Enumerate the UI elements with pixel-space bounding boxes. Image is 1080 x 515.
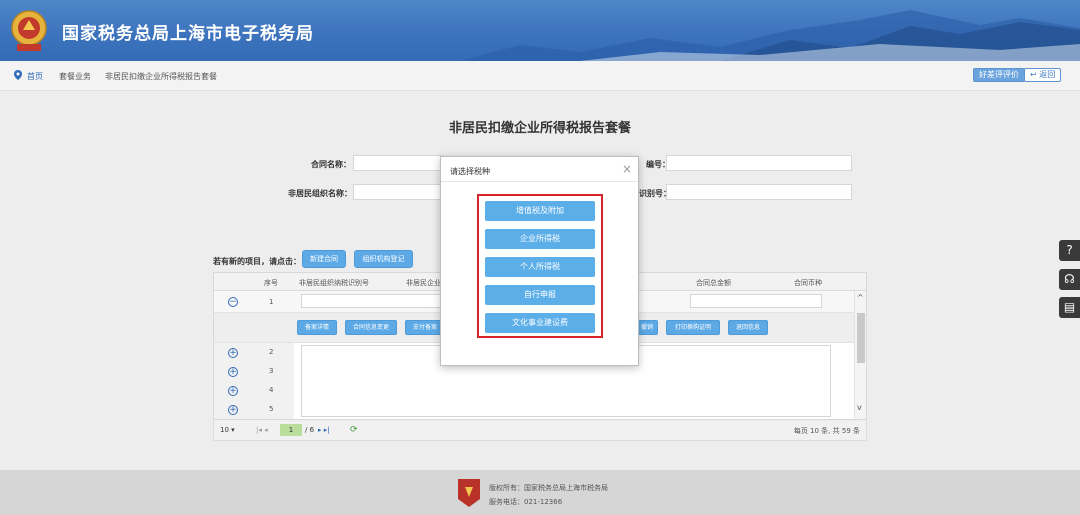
org-code-input[interactable] <box>666 184 852 200</box>
close-icon[interactable]: × <box>622 162 632 176</box>
col-taxid: 非居民组织纳税识别号 <box>299 279 369 287</box>
self-declaration-button[interactable]: 自行申报 <box>485 285 595 305</box>
scroll-down-icon[interactable]: v <box>857 403 862 412</box>
corporate-income-tax-button[interactable]: 企业所得税 <box>485 229 595 249</box>
print-proof-button[interactable]: 打印换购证明 <box>666 320 720 335</box>
current-page-input[interactable]: 1 <box>280 424 302 436</box>
dialog-title: 请选择税种 <box>450 167 490 176</box>
collapse-icon[interactable]: − <box>228 297 238 307</box>
col-amount: 合同总金额 <box>696 279 731 287</box>
col-seq: 序号 <box>264 279 278 287</box>
return-label: 返回 <box>1039 70 1056 79</box>
filing-detail-button[interactable]: 备案详情 <box>297 320 337 335</box>
org-name-label: 非居民组织名称： <box>288 189 352 198</box>
pager: 10 ▾ |◂ ◂ 1 / 6 ▸ ▸| ⟳ 每页 10 条, 共 59 条 <box>213 421 867 441</box>
expand-icon[interactable]: + <box>228 405 238 415</box>
return-icon: ↩ <box>1030 70 1037 79</box>
scroll-up-icon[interactable]: ^ <box>857 293 864 302</box>
row-index-column: + 2 + 3 + 4 + 5 <box>214 343 294 419</box>
site-title: 国家税务总局上海市电子税务局 <box>62 24 314 44</box>
contract-change-button[interactable]: 合同信息变更 <box>345 320 397 335</box>
refresh-icon[interactable]: ⟳ <box>350 425 358 435</box>
rate-button[interactable]: 好差评评价 <box>973 68 1025 82</box>
page-title: 非居民扣缴企业所得税报告套餐 <box>448 121 631 136</box>
site-footer: 版权所有：国家税务总局上海市税务局 服务电话：021-12366 <box>0 470 1080 515</box>
scroll-thumb[interactable] <box>857 313 865 363</box>
row-number: 4 <box>269 386 274 394</box>
row-number: 2 <box>269 348 274 356</box>
document-icon[interactable]: ▤ <box>1059 297 1080 318</box>
col-currency: 合同币种 <box>794 279 822 287</box>
vat-option-button[interactable]: 增值税及附加 <box>485 201 595 221</box>
contract-name-label: 合同名称： <box>311 160 351 169</box>
page-summary: 每页 10 条, 共 59 条 <box>793 427 860 435</box>
breadcrumb-home[interactable]: 首页 <box>27 71 43 82</box>
revoke-button[interactable]: 撤销 <box>636 320 658 335</box>
breadcrumb-package[interactable]: 套餐业务 <box>59 71 91 82</box>
payment-filing-button[interactable]: 支付备案 <box>405 320 445 335</box>
tax-emblem-icon <box>11 10 47 51</box>
first-page-icon[interactable]: |◂ ◂ <box>256 426 268 434</box>
expand-icon[interactable]: + <box>228 386 238 396</box>
help-icon[interactable]: ? <box>1059 240 1080 261</box>
cultural-construction-fee-button[interactable]: 文化事业建设费 <box>485 313 595 333</box>
vertical-scrollbar[interactable]: ^ v <box>854 291 866 419</box>
return-button[interactable]: ↩ 返回 <box>1024 68 1062 82</box>
row-amount-input[interactable] <box>690 294 822 308</box>
expand-icon[interactable]: + <box>228 367 238 377</box>
tax-logo-icon <box>458 479 480 507</box>
dialog-divider <box>441 181 638 182</box>
contract-name-input[interactable] <box>353 155 443 171</box>
org-register-button[interactable]: 组织机构登记 <box>354 250 413 268</box>
new-contract-button[interactable]: 新建合同 <box>302 250 346 268</box>
row-number: 3 <box>269 367 274 375</box>
personal-income-tax-button[interactable]: 个人所得税 <box>485 257 595 277</box>
expand-icon[interactable]: + <box>228 348 238 358</box>
org-name-input[interactable] <box>353 184 443 200</box>
next-page-icon[interactable]: ▸ ▸| <box>318 426 330 434</box>
return-info-button[interactable]: 退回信息 <box>728 320 768 335</box>
site-header: 国家税务总局上海市电子税务局 <box>0 0 1080 61</box>
tax-options-highlight: 增值税及附加 企业所得税 个人所得税 自行申报 文化事业建设费 <box>477 194 603 338</box>
breadcrumb-current: 非居民扣缴企业所得税报告套餐 <box>105 72 217 81</box>
breadcrumb-bar: 首页 套餐业务 非居民扣缴企业所得税报告套餐 <box>0 61 1080 91</box>
footer-phone: 服务电话：021-12366 <box>489 498 563 506</box>
row-taxid-input[interactable] <box>301 294 441 308</box>
footer-copyright: 版权所有：国家税务总局上海市税务局 <box>489 484 608 492</box>
new-items-label: 若有新的项目，请点击： <box>213 257 301 266</box>
tax-type-dialog: 请选择税种 × 增值税及附加 企业所得税 个人所得税 自行申报 文化事业建设费 <box>440 156 639 366</box>
total-pages: / 6 <box>305 426 315 434</box>
page-size-select[interactable]: 10 ▾ <box>220 426 235 434</box>
great-wall-banner <box>460 10 1080 61</box>
row-number: 5 <box>269 405 274 413</box>
location-pin-icon <box>14 70 22 80</box>
page-size-value: 10 <box>220 426 229 434</box>
contract-no-input[interactable] <box>666 155 852 171</box>
row-number: 1 <box>269 298 274 306</box>
headset-icon[interactable]: ☊ <box>1059 269 1080 290</box>
col-enterprise: 非居民企业 <box>406 279 441 287</box>
